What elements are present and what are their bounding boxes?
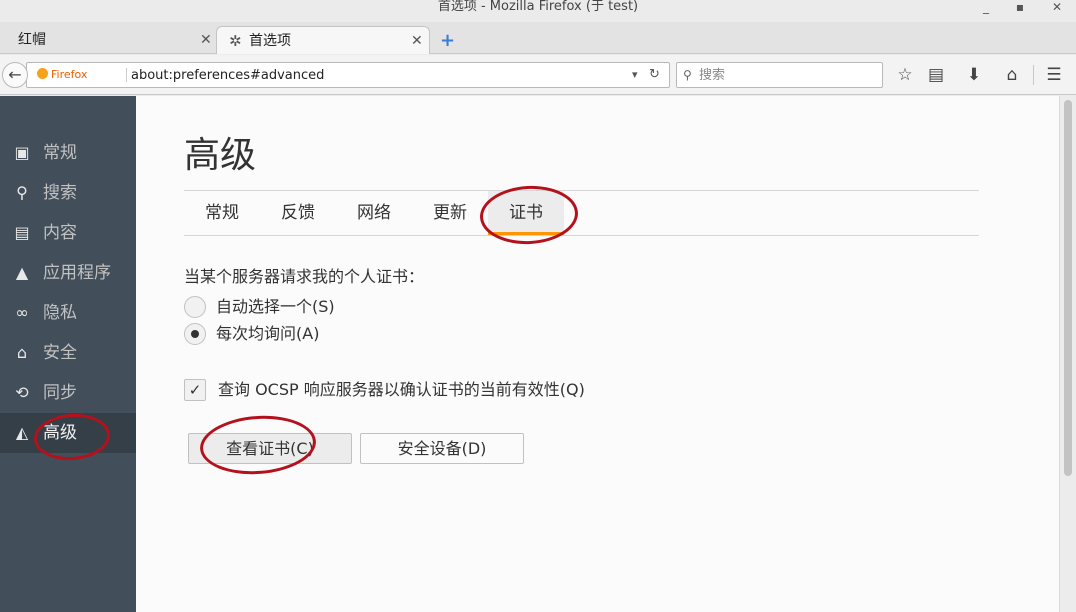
gear-icon: ✲ xyxy=(229,32,242,50)
radio-label: 每次均询问(A) xyxy=(216,324,320,343)
identity-label: Firefox xyxy=(51,68,88,81)
advanced-subtabs: 常规 反馈 网络 更新 证书 xyxy=(184,190,979,236)
url-separator xyxy=(126,68,127,82)
sidebar-item-label: 搜索 xyxy=(43,183,77,203)
sidebar-item-applications[interactable]: ▲ 应用程序 xyxy=(0,253,136,293)
sidebar-item-search[interactable]: ⚲ 搜索 xyxy=(0,173,136,213)
search-bar[interactable]: ⚲ xyxy=(676,62,883,88)
radio-label: 自动选择一个(S) xyxy=(216,297,335,316)
close-window-button[interactable]: ✕ xyxy=(1043,0,1071,14)
sidebar-item-label: 同步 xyxy=(43,383,77,403)
sidebar-item-sync[interactable]: ⟲ 同步 xyxy=(0,373,136,413)
tab-network[interactable]: 网络 xyxy=(342,191,406,235)
sidebar-item-label: 高级 xyxy=(43,423,77,443)
security-devices-button[interactable]: 安全设备(D) xyxy=(360,433,524,464)
checkmark-icon: ✓ xyxy=(188,381,202,399)
content-icon: ▤ xyxy=(14,223,30,242)
search-icon: ⚲ xyxy=(683,68,692,82)
minimize-button[interactable]: _ xyxy=(972,0,1000,14)
close-icon[interactable]: ✕ xyxy=(200,26,212,54)
sidebar-item-label: 隐私 xyxy=(43,303,77,323)
tab-preferences[interactable]: ✲ 首选项 ✕ xyxy=(216,26,430,54)
advanced-icon: ◭ xyxy=(15,423,29,442)
radio-button[interactable] xyxy=(184,296,206,318)
search-input[interactable] xyxy=(699,63,879,87)
ocsp-checkbox[interactable]: ✓ xyxy=(184,379,206,401)
tab-label: 首选项 xyxy=(249,33,291,49)
category-sidebar: ▣ 常规 ⚲ 搜索 ▤ 内容 ▲ 应用程序 ∞ 隐私 ⌂ 安全 ⟲ 同步 ◭ 高… xyxy=(0,96,136,612)
sidebar-item-general[interactable]: ▣ 常规 xyxy=(0,133,136,173)
close-icon[interactable]: ✕ xyxy=(411,27,423,55)
vertical-scrollbar[interactable] xyxy=(1059,96,1076,612)
security-icon: ⌂ xyxy=(16,343,28,362)
firefox-icon xyxy=(37,68,48,79)
home-icon[interactable]: ⌂ xyxy=(1000,63,1024,87)
tab-general[interactable]: 常规 xyxy=(190,191,254,235)
tab-strip: 红帽 ✕ ✲ 首选项 ✕ + xyxy=(0,22,1076,54)
sidebar-item-security[interactable]: ⌂ 安全 xyxy=(0,333,136,373)
sidebar-item-advanced[interactable]: ◭ 高级 xyxy=(0,413,136,453)
view-certificates-button[interactable]: 查看证书(C) xyxy=(188,433,352,464)
new-tab-plus-icon[interactable]: + xyxy=(440,28,456,54)
sidebar-item-privacy[interactable]: ∞ 隐私 xyxy=(0,293,136,333)
sidebar-item-label: 内容 xyxy=(43,223,77,243)
chevron-down-icon[interactable]: ▾ xyxy=(632,63,638,87)
window-titlebar: 首选项 - Mozilla Firefox (于 test) _ ▪ ✕ xyxy=(0,0,1076,22)
sync-icon: ⟲ xyxy=(15,383,29,402)
tab-label: 红帽 xyxy=(18,32,46,48)
url-input[interactable] xyxy=(131,63,601,87)
applications-icon: ▲ xyxy=(15,263,29,282)
reading-list-icon[interactable]: ▤ xyxy=(924,63,948,87)
page-title: 高级 xyxy=(184,135,257,176)
radio-button[interactable] xyxy=(184,323,206,345)
toolbar-divider xyxy=(1033,65,1034,85)
download-icon[interactable]: ⬇ xyxy=(962,63,986,87)
maximize-button[interactable]: ▪ xyxy=(1006,0,1034,14)
sidebar-item-content[interactable]: ▤ 内容 xyxy=(0,213,136,253)
tab-certificates[interactable]: 证书 xyxy=(488,191,564,235)
back-button[interactable]: ← xyxy=(2,62,28,88)
scrollbar-thumb[interactable] xyxy=(1064,100,1072,476)
nav-bar: Firefox ▾ ↻ ← ⚲ ☆ ▤ ⬇ ⌂ ☰ xyxy=(0,55,1076,95)
sidebar-item-label: 安全 xyxy=(43,343,77,363)
tab-feedback[interactable]: 反馈 xyxy=(266,191,330,235)
url-bar[interactable]: Firefox ▾ ↻ xyxy=(26,62,670,88)
tab-update[interactable]: 更新 xyxy=(418,191,482,235)
certificate-request-label: 当某个服务器请求我的个人证书： xyxy=(184,267,425,286)
general-icon: ▣ xyxy=(14,143,30,162)
back-icon: ← xyxy=(8,65,22,84)
menu-icon[interactable]: ☰ xyxy=(1042,63,1066,87)
ocsp-label: 查询 OCSP 响应服务器以确认证书的当前有效性(Q) xyxy=(218,380,585,399)
window-title: 首选项 - Mozilla Firefox (于 test) xyxy=(437,0,639,14)
sidebar-item-label: 应用程序 xyxy=(43,263,111,283)
site-identity[interactable]: Firefox xyxy=(37,63,87,87)
tab-redhat[interactable]: 红帽 ✕ xyxy=(0,26,216,54)
reload-icon[interactable]: ↻ xyxy=(649,63,660,87)
preferences-pane xyxy=(136,96,1059,612)
bookmark-star-icon[interactable]: ☆ xyxy=(893,63,917,87)
privacy-mask-icon: ∞ xyxy=(15,303,29,322)
sidebar-item-label: 常规 xyxy=(43,143,77,163)
search-icon: ⚲ xyxy=(16,183,28,202)
